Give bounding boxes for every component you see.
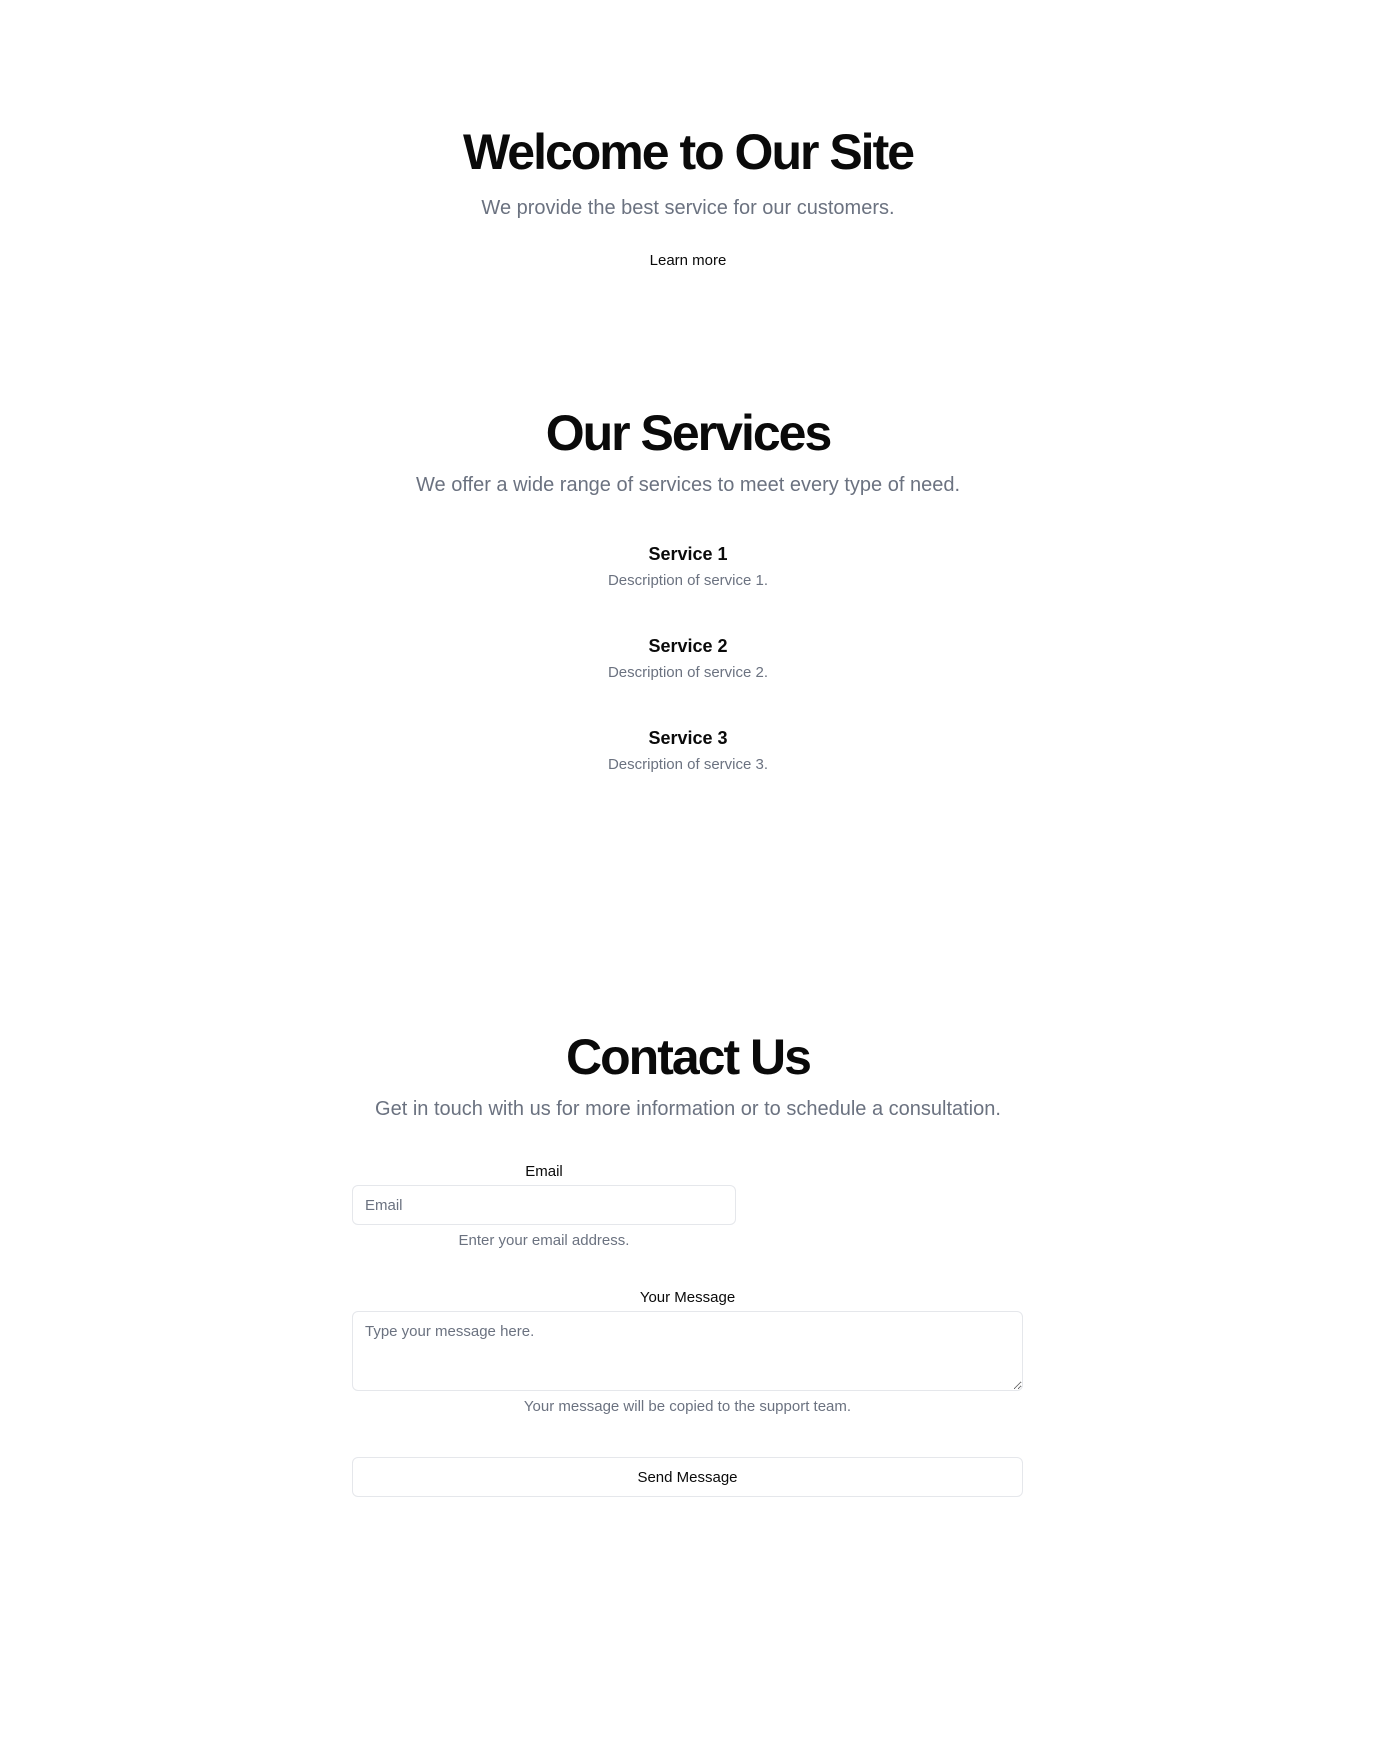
service-description: Description of service 1. (607, 572, 769, 589)
service-title: Service 2 (648, 636, 728, 656)
services-title-wrap: Our Services (0, 403, 1376, 463)
send-message-button[interactable]: Send Message (352, 1457, 1023, 1497)
email-label: Email (525, 1163, 563, 1180)
message-label: Your Message (639, 1289, 736, 1306)
hero-cta-wrap: Learn more (0, 248, 1376, 273)
message-hint: Your message will be copied to the suppo… (523, 1398, 852, 1415)
email-input[interactable] (352, 1185, 736, 1225)
hero-subtitle: We provide the best service for our cust… (481, 197, 895, 219)
service-title: Service 3 (648, 728, 728, 748)
contact-subtitle-wrap: Get in touch with us for more informatio… (0, 1095, 1376, 1123)
services-title: Our Services (545, 405, 833, 461)
services-subtitle: We offer a wide range of services to mee… (416, 474, 960, 496)
service-description: Description of service 3. (607, 756, 769, 773)
hero-title-wrap: Welcome to Our Site (0, 122, 1376, 182)
hero-title: Welcome to Our Site (462, 124, 915, 180)
services-subtitle-wrap: We offer a wide range of services to mee… (0, 471, 1376, 499)
hero-subtitle-wrap: We provide the best service for our cust… (0, 194, 1376, 222)
contact-title-wrap: Contact Us (0, 1027, 1376, 1087)
contact-title: Contact Us (566, 1029, 812, 1085)
service-title: Service 1 (648, 544, 728, 564)
message-textarea[interactable] (352, 1311, 1023, 1391)
service-item: Service 2 Description of service 2. (0, 634, 1376, 683)
service-item: Service 3 Description of service 3. (0, 726, 1376, 775)
service-item: Service 1 Description of service 1. (0, 542, 1376, 591)
email-hint: Enter your email address. (458, 1232, 630, 1249)
contact-subtitle: Get in touch with us for more informatio… (375, 1098, 1001, 1120)
learn-more-button[interactable]: Learn more (640, 248, 737, 273)
service-description: Description of service 2. (607, 664, 769, 681)
